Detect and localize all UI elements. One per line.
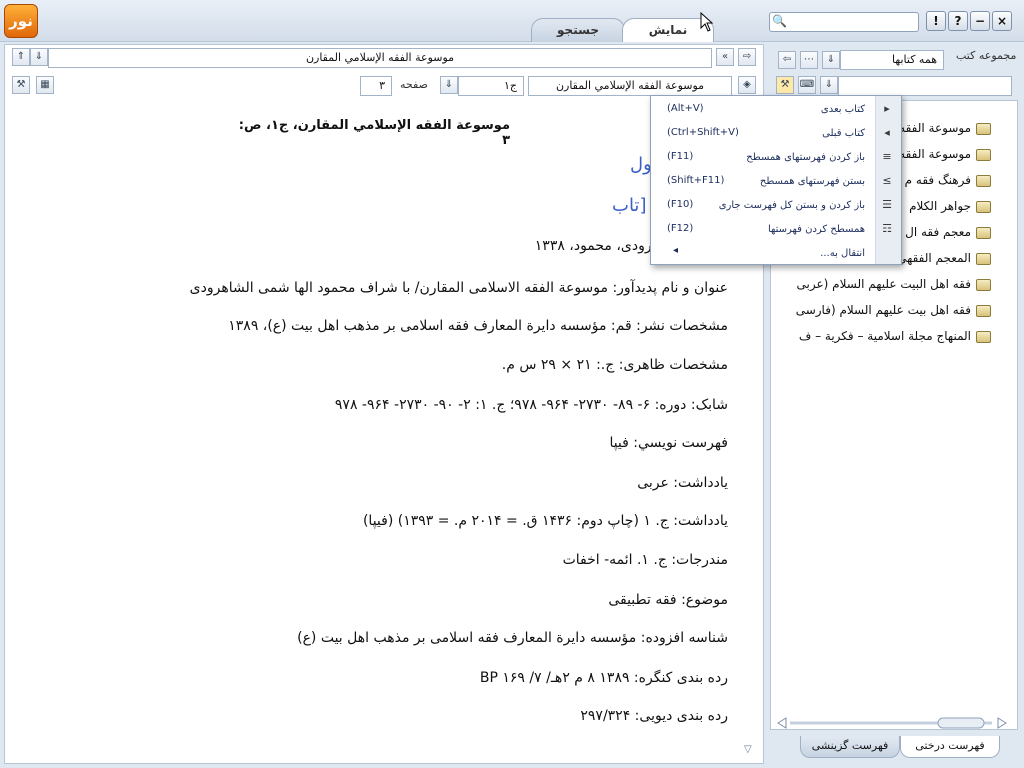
expand-level-icon: ≡ (882, 150, 892, 163)
book-icon (976, 175, 991, 187)
prev-book-icon: ◂ (884, 126, 890, 139)
wrench-icon[interactable]: ⚒ (776, 76, 794, 94)
doc-line: مشخصات ظاهری: ج.: ۲۱ × ۲۹ س م. (501, 357, 728, 373)
book-title-field[interactable]: موسوعة الفقه الإسلامي المقارن (48, 48, 712, 68)
page-header: موسوعة الفقه الإسلامي المقارن، ج۱، ص: ۳ (238, 118, 510, 148)
tools-icon[interactable]: ⚒ (12, 76, 30, 94)
collapse-level-icon: ≤ (882, 174, 892, 187)
menu-item-level[interactable]: (F12) همسطح کردن فهرستها ☶ (651, 218, 901, 242)
book-icon (976, 279, 991, 291)
horizontal-scrollbar[interactable] (776, 716, 1008, 730)
expand-icon[interactable]: ⇑ (12, 48, 30, 66)
toggle-all-icon: ☰ (882, 198, 892, 211)
menu-item-toggle-all[interactable]: (F10) باز کردن و بستن کل فهرست جاری ☰ (651, 194, 901, 218)
doc-line: مشخصات نشر: قم: مؤسسه دایرة المعارف فقه … (228, 318, 728, 334)
level-icon: ☶ (882, 222, 892, 235)
book-set-select[interactable]: همه کتابها (840, 50, 944, 70)
forward-icon[interactable]: ⇨ (738, 48, 756, 66)
menu-item-next-book[interactable]: (Alt+V) کتاب بعدی ▸ (651, 98, 901, 122)
book-icon (976, 149, 991, 161)
doc-line: شابک: دوره: ۶- ۸۹- ۲۷۳۰- ۹۶۴- ۹۷۸؛ ج. ۱:… (334, 397, 728, 413)
tree-item[interactable]: فقه اهل بیت علیهم السلام (فارسی (771, 301, 1019, 321)
volume-select[interactable]: ج۱ (458, 76, 524, 96)
menu-item-prev-book[interactable]: (Ctrl+Shift+V) کتاب قبلی ◂ (651, 122, 901, 146)
heading-fragment: ول (630, 154, 652, 175)
rewind-icon[interactable]: « (716, 48, 734, 66)
back-icon[interactable]: ⇦ (778, 51, 796, 69)
book-icon (976, 227, 991, 239)
bottom-tabs: فهرست درختی فهرست گزینشی (780, 734, 1020, 764)
context-menu: (Alt+V) کتاب بعدی ▸ (Ctrl+Shift+V) کتاب قبل… (650, 95, 902, 265)
doc-line: رده بندی دیویی: ۲۹۷/۳۲۴ (580, 708, 728, 724)
mouse-cursor-icon (700, 12, 714, 32)
book-set-label: مجموعه کتب (956, 49, 1017, 62)
search-input[interactable] (769, 12, 919, 32)
next-book-icon: ▸ (884, 102, 890, 115)
doc-line: يادداشت: عربی (637, 475, 728, 491)
more-icon[interactable]: ⋯ (800, 51, 818, 69)
heading-fragment: تاب] (612, 195, 647, 216)
menu-item-collapse-level[interactable]: (Shift+F11) بستن فهرستهای همسطح ≤ (651, 170, 901, 194)
arrow-down-icon[interactable]: ⇓ (30, 48, 48, 66)
tree-item[interactable]: المنهاج مجلة اسلامية – فكرية – ف (771, 327, 1019, 347)
book-icon (976, 201, 991, 213)
doc-line: موضوع: فقه تطبیقی (608, 592, 728, 608)
tag-icon[interactable]: ◈ (738, 76, 756, 94)
tab-search[interactable]: جستجو (531, 18, 625, 42)
minimize-button[interactable]: − (970, 11, 990, 31)
book-icon (976, 123, 991, 135)
submenu-arrow-icon: ◂ (673, 245, 679, 256)
doc-line: مندرجات: ج. ۱. ائمه- اخفات (562, 552, 728, 568)
page-down-icon[interactable]: ⇓ (440, 76, 458, 94)
page-input[interactable]: ۳ (360, 76, 392, 96)
arrow-down-icon[interactable]: ⇓ (822, 51, 840, 69)
menu-item-goto[interactable]: ◂ انتقال به... (651, 242, 901, 266)
close-button[interactable]: × (992, 11, 1012, 31)
doc-line: فهرست نويسي: فيپا (609, 435, 728, 451)
info-button[interactable]: ! (926, 11, 946, 31)
doc-line: عنوان و نام پدیدآور: موسوعة الفقه الاسلا… (189, 280, 728, 296)
book-icon (976, 253, 991, 265)
tree-item[interactable]: فقه اهل البیت علیهم السلام (عربی (771, 275, 1019, 295)
help-button[interactable]: ? (948, 11, 968, 31)
split-view-icon[interactable]: ▦ (36, 76, 54, 94)
book-select[interactable]: موسوعة الفقه الإسلامي المقارن (528, 76, 732, 96)
arrow-down-icon[interactable]: ⇓ (820, 76, 838, 94)
menu-item-expand-level[interactable]: (F11) باز کردن فهرستهای همسطح ≡ (651, 146, 901, 170)
app-logo[interactable]: نور (4, 4, 38, 38)
doc-line: يادداشت: ج. ۱ (چاپ دوم: ۱۴۳۶ ق. = ۲۰۱۴ م… (362, 513, 728, 529)
book-icon (976, 331, 991, 343)
doc-line: شناسه افزوده: مؤسسه دایرة المعارف فقه اس… (297, 630, 728, 646)
doc-line: رده بندی کنگره: ۱۳۸۹ ۸ م ۲هـ/ ۷/ ۱۶۹ BP (479, 670, 728, 686)
book-icon (976, 305, 991, 317)
tab-tree-index[interactable]: فهرست درختی (900, 736, 1000, 758)
tree-filter-input[interactable] (838, 76, 1012, 96)
tab-selective-index[interactable]: فهرست گزینشی (800, 736, 900, 758)
scroll-down-icon[interactable]: ▽ (744, 744, 752, 755)
keyboard-icon[interactable]: ⌨ (798, 76, 816, 94)
page-label: صفحه (400, 78, 428, 91)
search-icon[interactable]: 🔍 (772, 14, 787, 28)
